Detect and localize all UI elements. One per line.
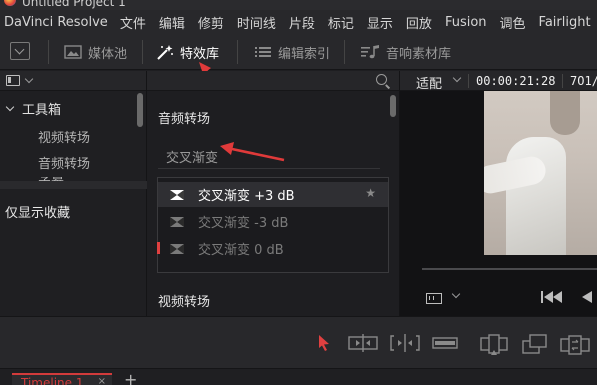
music-note-icon <box>361 45 379 59</box>
media-pool-icon <box>64 45 82 59</box>
expand-chevron-icon[interactable] <box>5 102 15 111</box>
timeline-tab-label: Timeline 1 <box>21 376 84 385</box>
edit-toolbar <box>0 316 597 368</box>
zoom-fit-dropdown[interactable]: 适配 <box>416 73 442 92</box>
panel-splitter[interactable] <box>0 181 147 189</box>
sound-library-label: 音响素材库 <box>386 46 452 62</box>
tree-item-toolbox[interactable]: 工具箱 <box>0 99 61 118</box>
effect-item-crossfade-plus3[interactable]: 交叉渐变 +3 dB ★ <box>158 182 388 207</box>
interface-toolbar: 媒体池 特效库 编辑索引 音响素材库 <box>0 34 597 70</box>
menu-color[interactable]: 调色 <box>500 13 526 32</box>
menu-bar: DaVinci Resolve 文件 编辑 修剪 时间线 片段 标记 显示 回放… <box>0 10 597 34</box>
red-marker <box>157 242 160 254</box>
chevron-down-icon[interactable] <box>24 74 34 83</box>
menu-view[interactable]: 显示 <box>367 13 393 32</box>
close-icon[interactable]: × <box>98 376 106 385</box>
menu-fairlight[interactable]: Fairlight <box>539 15 591 30</box>
source-viewer <box>399 91 597 316</box>
tree-item-label: 工具箱 <box>22 103 62 118</box>
menu-clip[interactable]: 片段 <box>289 13 315 32</box>
menu-trim[interactable]: 修剪 <box>198 13 224 32</box>
trim-tool-icon[interactable] <box>348 334 378 352</box>
replace-clip-icon[interactable] <box>560 334 590 356</box>
media-pool-label: 媒体池 <box>88 46 128 62</box>
effects-search-bar <box>147 71 399 91</box>
menu-davinci-resolve[interactable]: DaVinci Resolve <box>4 15 108 30</box>
edit-index-button[interactable]: 编辑索引 <box>254 43 331 62</box>
toolbar-divider <box>344 40 345 64</box>
media-pool-button[interactable]: 媒体池 <box>64 43 128 62</box>
jump-to-start-icon[interactable] <box>540 290 564 304</box>
viewer-header: 适配 00:00:21:28 7O1/ <box>399 71 597 92</box>
viewer-mode-icon[interactable] <box>426 293 442 304</box>
tree-item-video-transitions[interactable]: 视频转场 <box>38 127 90 146</box>
menu-playback[interactable]: 回放 <box>406 13 432 32</box>
toolbar-divider <box>142 40 143 64</box>
effects-library-label: 特效库 <box>180 46 220 62</box>
scrollbar[interactable] <box>137 93 143 127</box>
menu-timeline[interactable]: 时间线 <box>237 13 276 32</box>
search-icon[interactable] <box>376 74 387 85</box>
timecode-display: 00:00:21:28 <box>476 74 556 88</box>
timeline-tab-bar: Timeline 1 × + <box>0 368 597 385</box>
transition-icon <box>170 189 184 200</box>
magic-wand-icon <box>157 45 173 60</box>
section-title-video-transitions: 视频转场 <box>158 295 211 310</box>
effect-item-crossfade-minus3[interactable]: 交叉渐变 -3 dB <box>158 209 388 234</box>
menu-file[interactable]: 文件 <box>120 13 146 32</box>
edit-index-label: 编辑索引 <box>278 46 331 62</box>
sidebar-toggle-icon[interactable] <box>6 75 20 86</box>
insert-clip-icon[interactable] <box>480 334 508 356</box>
effect-label: 交叉渐变 0 dB <box>198 243 284 258</box>
effect-label: 交叉渐变 +3 dB <box>198 189 295 204</box>
divider <box>158 168 380 169</box>
menu-mark[interactable]: 标记 <box>328 13 354 32</box>
panel-header <box>0 71 146 91</box>
sound-library-button[interactable]: 音响素材库 <box>360 43 452 62</box>
toolbar-divider <box>48 40 49 64</box>
section-title-audio-transitions: 音频转场 <box>158 112 211 127</box>
source-clip-name: 7O1/ <box>570 74 597 88</box>
list-icon <box>255 47 271 57</box>
favorite-star-icon[interactable]: ★ <box>365 186 376 200</box>
chevron-down-icon[interactable] <box>452 73 462 83</box>
divider <box>562 74 563 88</box>
divider <box>468 74 469 88</box>
crossfade-effects-list: 交叉渐变 +3 dB ★ 交叉渐变 -3 dB 交叉渐变 0 dB <box>157 177 389 273</box>
scrubber-bar[interactable] <box>422 268 597 270</box>
title-bar: Untitled Project 1 <box>0 0 597 10</box>
favorites-only-label[interactable]: 仅显示收藏 <box>5 202 70 221</box>
toolbar-divider <box>237 40 238 64</box>
transition-icon <box>170 243 184 254</box>
effects-library-button[interactable]: 特效库 <box>156 43 220 62</box>
chevron-down-icon[interactable] <box>451 289 461 299</box>
add-timeline-button[interactable]: + <box>124 370 137 385</box>
effects-list-panel: 音频转场 交叉渐变 交叉渐变 +3 dB ★ 交叉渐变 -3 dB 交叉渐变 0… <box>147 91 399 316</box>
effect-item-crossfade-0[interactable]: 交叉渐变 0 dB <box>157 236 388 261</box>
effect-label: 交叉渐变 -3 dB <box>198 216 289 231</box>
video-frame <box>484 91 597 255</box>
effects-tree-panel: 工具箱 视频转场 音频转场 字幕 仅显示收藏 <box>0 71 147 316</box>
panel-toggle-button[interactable] <box>10 42 30 60</box>
timeline-tab[interactable]: Timeline 1 × <box>12 373 112 385</box>
crossfade-group-label: 交叉渐变 <box>166 151 219 166</box>
menu-fusion[interactable]: Fusion <box>445 15 487 30</box>
blade-tool-icon[interactable] <box>432 334 458 352</box>
dynamic-trim-icon[interactable] <box>390 334 420 352</box>
menu-edit[interactable]: 编辑 <box>159 13 185 32</box>
tree-item-audio-transitions[interactable]: 音频转场 <box>38 153 90 172</box>
transition-icon <box>170 216 184 227</box>
window-title: Untitled Project 1 <box>22 0 126 9</box>
play-reverse-icon[interactable] <box>580 290 594 304</box>
selection-pointer-icon[interactable] <box>317 334 331 352</box>
davinci-logo-icon <box>4 0 16 6</box>
scrollbar[interactable] <box>390 95 396 117</box>
overwrite-clip-icon[interactable] <box>522 334 548 356</box>
